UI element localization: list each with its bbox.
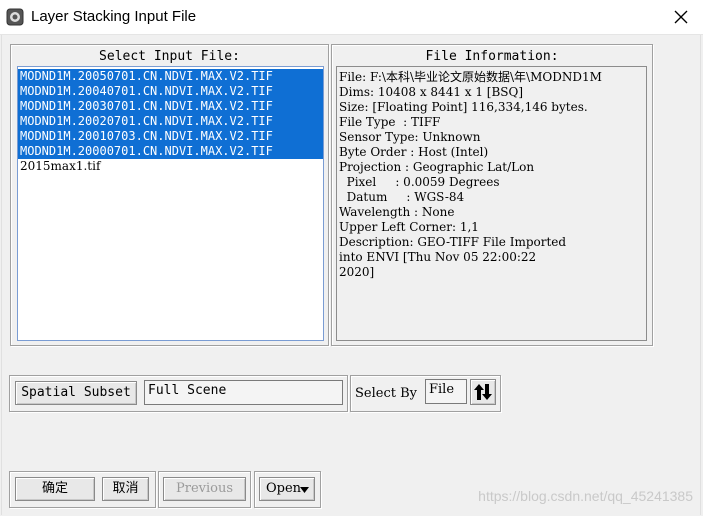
dropdown-arrow-icon: [300, 487, 309, 493]
info-line: Pixel : 0.0059 Degrees: [339, 175, 500, 189]
info-line: Datum : WGS-84: [339, 190, 465, 204]
file-list-item[interactable]: MODND1M.20050701.CN.NDVI.MAX.V2.TIF: [18, 69, 323, 84]
file-list-item[interactable]: 2015max1.tif: [18, 159, 323, 174]
input-panel-title: Select Input File:: [99, 49, 240, 64]
sort-toggle-button[interactable]: [470, 379, 496, 405]
file-info-text: File: F:\本科\毕业论文原始数据\年\MODND1M Dims: 104…: [336, 66, 647, 341]
info-line: Dims: 10408 x 8441 x 1 [BSQ]: [339, 85, 524, 99]
file-list-item[interactable]: MODND1M.20030701.CN.NDVI.MAX.V2.TIF: [18, 99, 323, 114]
watermark: https://blog.csdn.net/qq_45241385: [478, 488, 693, 504]
close-button[interactable]: [669, 6, 693, 28]
previous-button[interactable]: Previous: [163, 477, 246, 501]
info-line: Projection : Geographic Lat/Lon: [339, 160, 535, 174]
select-by-field[interactable]: File: [425, 379, 467, 404]
spatial-subset-field: Full Scene: [144, 380, 343, 405]
info-line: 2020]: [339, 265, 375, 279]
info-line: Wavelength : None: [339, 205, 455, 219]
file-list-item[interactable]: MODND1M.20040701.CN.NDVI.MAX.V2.TIF: [18, 84, 323, 99]
spatial-subset-button[interactable]: Spatial Subset: [15, 381, 137, 405]
window-title: Layer Stacking Input File: [31, 8, 197, 25]
info-line: Size: [Floating Point] 116,334,146 bytes…: [339, 100, 588, 114]
ok-button[interactable]: 确定: [15, 477, 95, 501]
file-list-item[interactable]: MODND1M.20010703.CN.NDVI.MAX.V2.TIF: [18, 129, 323, 144]
open-menu-button[interactable]: Open: [259, 477, 315, 501]
info-line: File Type : TIFF: [339, 115, 441, 129]
open-button-label: Open: [266, 481, 302, 496]
file-list-item[interactable]: MODND1M.20020701.CN.NDVI.MAX.V2.TIF: [18, 114, 323, 129]
input-file-list[interactable]: MODND1M.20050701.CN.NDVI.MAX.V2.TIF MODN…: [17, 66, 324, 341]
info-line: into ENVI [Thu Nov 05 22:00:22: [339, 250, 537, 264]
envi-app-icon: [6, 8, 24, 26]
info-line: Upper Left Corner: 1,1: [339, 220, 479, 234]
sort-arrows-icon: [474, 384, 492, 400]
info-panel-title: File Information:: [425, 49, 559, 64]
info-line: Description: GEO-TIFF File Imported: [339, 235, 567, 249]
close-icon: [674, 10, 688, 24]
select-by-label: Select By: [355, 386, 417, 401]
cancel-button[interactable]: 取消: [102, 477, 149, 501]
info-line: File: F:\本科\毕业论文原始数据\年\MODND1M: [339, 70, 602, 84]
info-line: Byte Order : Host (Intel): [339, 145, 489, 159]
info-line: Sensor Type: Unknown: [339, 130, 481, 144]
file-list-item[interactable]: MODND1M.20000701.CN.NDVI.MAX.V2.TIF: [18, 144, 323, 159]
title-bar: Layer Stacking Input File: [0, 0, 703, 35]
